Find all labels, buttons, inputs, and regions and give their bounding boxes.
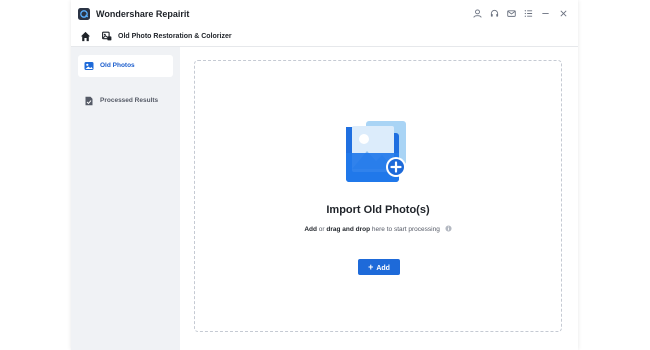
old-photos-icon (84, 62, 94, 70)
import-hint: Add or drag and drop here to start proce… (195, 225, 561, 234)
user-icon[interactable] (471, 7, 483, 19)
repairit-logo-icon (78, 8, 90, 20)
breadcrumb: Old Photo Restoration & Colorizer (71, 27, 578, 47)
info-icon[interactable] (445, 225, 452, 232)
home-icon[interactable] (80, 31, 91, 42)
hint-add: Add (304, 226, 317, 233)
import-title: Import Old Photo(s) (326, 204, 430, 216)
headset-icon[interactable] (488, 7, 500, 19)
processed-results-icon (85, 96, 93, 106)
mail-icon[interactable] (505, 7, 517, 19)
menu-icon[interactable] (522, 7, 534, 19)
plus-icon: + (368, 262, 374, 272)
drop-zone[interactable]: Import Old Photo(s) Add or drag and drop… (194, 60, 562, 332)
minimize-icon[interactable] (539, 7, 551, 19)
hint-rest: here to start processing (370, 226, 440, 233)
app-title: Wondershare Repairit (96, 9, 190, 19)
breadcrumb-label: Old Photo Restoration & Colorizer (118, 33, 232, 40)
import-photo-illustration-icon (346, 121, 406, 182)
main-panel: Import Old Photo(s) Add or drag and drop… (180, 47, 578, 350)
sidebar-item-old-photos[interactable]: Old Photos (78, 55, 173, 77)
add-button[interactable]: + Add (358, 259, 400, 275)
sidebar-item-label: Old Photos (100, 62, 135, 69)
sidebar-item-processed-results[interactable]: Processed Results (78, 90, 173, 112)
photo-restore-icon (102, 31, 112, 41)
app-window: Wondershare Repairit Old Photo Restorati… (71, 0, 578, 350)
add-button-label: Add (376, 265, 390, 272)
close-icon[interactable] (557, 7, 569, 19)
sidebar: Old Photos Processed Results (71, 47, 180, 350)
hint-drag-and-drop: drag and drop (326, 226, 371, 233)
sidebar-item-label: Processed Results (100, 97, 159, 104)
title-bar: Wondershare Repairit (71, 0, 578, 27)
hint-or: or (316, 226, 327, 233)
